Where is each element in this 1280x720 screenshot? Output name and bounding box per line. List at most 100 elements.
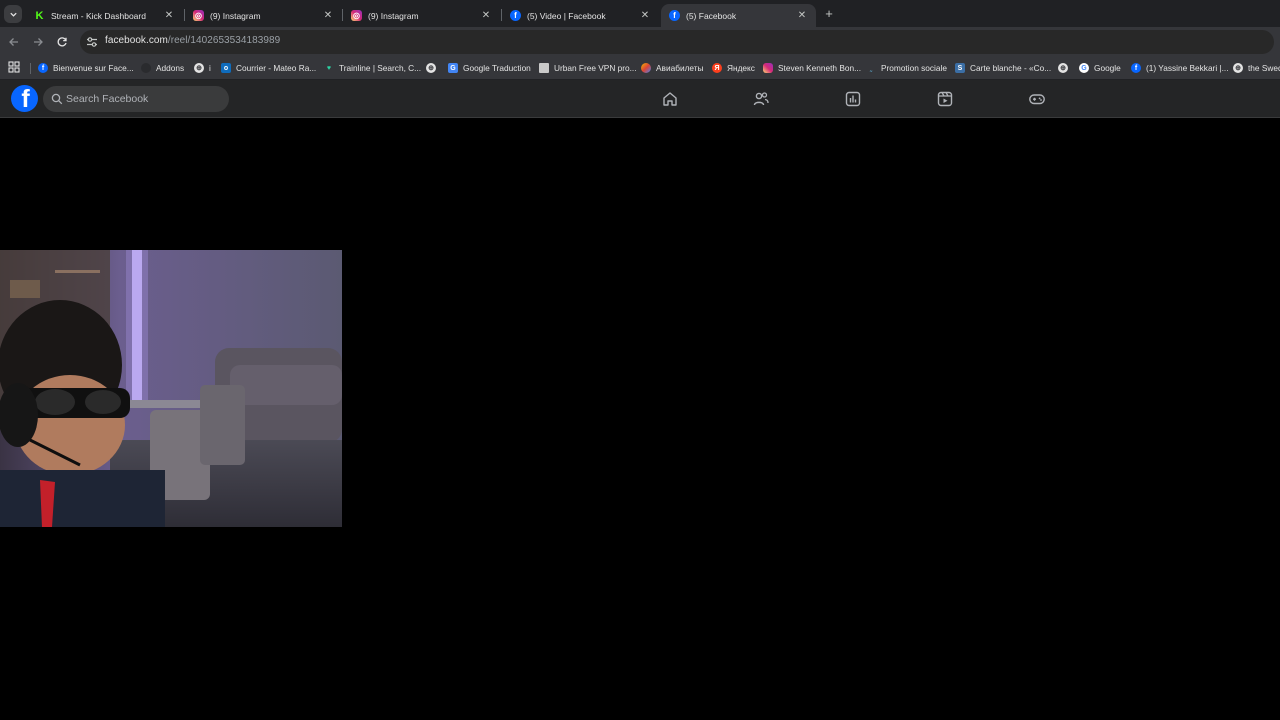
bookmark-label: Addons bbox=[156, 63, 185, 73]
bookmark-label: Urban Free VPN pro... bbox=[554, 63, 637, 73]
facebook-header: f bbox=[0, 80, 1280, 118]
plane-icon bbox=[641, 63, 651, 73]
bookmark-label: i bbox=[209, 63, 211, 73]
tab-title: Stream - Kick Dashboard bbox=[51, 10, 146, 21]
arrow-right-icon bbox=[34, 38, 43, 46]
url-path: /reel/1402653534183989 bbox=[167, 35, 281, 46]
close-icon[interactable]: ✕ bbox=[796, 10, 808, 22]
instagram-icon: ◎ bbox=[351, 10, 362, 21]
trainline-icon: ♥ bbox=[326, 64, 332, 72]
bookmark-urban-vpn[interactable]: Urban Free VPN pro... bbox=[539, 60, 637, 76]
search-input[interactable] bbox=[66, 89, 221, 109]
close-icon[interactable]: ✕ bbox=[480, 10, 492, 22]
promo-icon: ˷ bbox=[869, 64, 873, 72]
globe-icon: ⊕ bbox=[1233, 63, 1243, 73]
reload-button[interactable] bbox=[54, 34, 70, 50]
tab-instagram-1[interactable]: ◎ (9) Instagram ✕ bbox=[185, 4, 342, 27]
instagram-icon: ◎ bbox=[193, 10, 204, 21]
tab-title: (5) Video | Facebook bbox=[527, 10, 606, 21]
gaming-icon[interactable] bbox=[1028, 90, 1046, 108]
dashboard-icon[interactable] bbox=[844, 90, 862, 108]
bookmark-label: Carte blanche - «Co... bbox=[970, 63, 1052, 73]
bookmark-label: Promotion sociale bbox=[881, 63, 947, 73]
bookmark-addons[interactable]: Addons bbox=[141, 60, 184, 76]
tab-facebook-active[interactable]: f (5) Facebook ✕ bbox=[661, 4, 816, 27]
facebook-search[interactable] bbox=[43, 86, 229, 112]
bookmark-carte-blanche[interactable]: S Carte blanche - «Co... bbox=[955, 60, 1051, 76]
outlook-icon: o bbox=[221, 63, 231, 73]
facebook-icon: f bbox=[38, 63, 48, 73]
home-icon[interactable] bbox=[661, 90, 679, 108]
bookmark-promotion[interactable]: ˷ Promotion sociale bbox=[866, 60, 947, 76]
cube-icon bbox=[141, 63, 151, 73]
tab-kick-dashboard[interactable]: K Stream - Kick Dashboard ✕ bbox=[26, 4, 183, 27]
bookmark-steven[interactable]: Steven Kenneth Bon... bbox=[763, 60, 861, 76]
facebook-logo-icon[interactable]: f bbox=[11, 85, 38, 112]
bookmark-label: Bienvenue sur Face... bbox=[53, 63, 134, 73]
browser-toolbar: facebook.com/reel/1402653534183989 bbox=[0, 27, 1280, 57]
bookmark-label: Яндекс bbox=[727, 63, 755, 73]
bookmark-label: Google Traduction bbox=[463, 63, 531, 73]
reel-video-player[interactable] bbox=[0, 250, 342, 527]
bookmark-globe-2[interactable]: ⊕ bbox=[1058, 60, 1073, 76]
bookmark-aviabilety[interactable]: Авиабилеты bbox=[641, 60, 704, 76]
bookmark-label: Courrier - Mateo Ra... bbox=[236, 63, 317, 73]
url-host: facebook.com bbox=[105, 35, 168, 46]
bookmark-label: Trainline | Search, C... bbox=[339, 63, 422, 73]
bookmark-label: Google bbox=[1094, 63, 1121, 73]
close-icon[interactable]: ✕ bbox=[639, 10, 651, 22]
video-frame bbox=[0, 250, 342, 527]
arrow-left-icon bbox=[9, 38, 18, 46]
new-tab-button[interactable]: + bbox=[822, 7, 836, 21]
yandex-icon: Я bbox=[712, 63, 722, 73]
translate-icon: G bbox=[448, 63, 458, 73]
kick-icon: K bbox=[35, 9, 44, 22]
back-button[interactable] bbox=[6, 34, 22, 50]
apps-grid-icon[interactable] bbox=[8, 61, 20, 73]
tab-instagram-2[interactable]: ◎ (9) Instagram ✕ bbox=[343, 4, 500, 27]
bookmark-courrier[interactable]: o Courrier - Mateo Ra... bbox=[221, 60, 316, 76]
bookmark-yassine[interactable]: f (1) Yassine Bekkari |... bbox=[1131, 60, 1229, 76]
bookmark-bienvenue[interactable]: f Bienvenue sur Face... bbox=[38, 60, 134, 76]
vpn-icon bbox=[539, 63, 549, 73]
bookmark-label: (1) Yassine Bekkari |... bbox=[1146, 63, 1229, 73]
bookmark-globe[interactable]: ⊕ bbox=[426, 60, 441, 76]
close-icon[interactable]: ✕ bbox=[322, 10, 334, 22]
url-text[interactable]: facebook.com/reel/1402653534183989 bbox=[105, 35, 280, 46]
tab-title: (5) Facebook bbox=[686, 10, 737, 21]
chevron-down-icon bbox=[9, 12, 17, 17]
tab-title: (9) Instagram bbox=[368, 10, 419, 21]
bookmark-i[interactable]: ⊕ i bbox=[194, 60, 211, 76]
bookmark-label: the Swed bbox=[1248, 63, 1280, 73]
site-info-icon[interactable] bbox=[86, 36, 98, 48]
search-icon bbox=[51, 93, 63, 105]
forward-button[interactable] bbox=[30, 34, 46, 50]
facebook-icon: f bbox=[1131, 63, 1141, 73]
globe-icon: ⊕ bbox=[194, 63, 204, 73]
bookmark-google-traduction[interactable]: G Google Traduction bbox=[448, 60, 531, 76]
instagram-icon bbox=[763, 63, 773, 73]
bookmark-label: Авиабилеты bbox=[656, 63, 704, 73]
globe-icon: ⊕ bbox=[1058, 63, 1068, 73]
bookmark-the-swed[interactable]: ⊕ the Swed bbox=[1233, 60, 1280, 76]
tab-strip: K Stream - Kick Dashboard ✕ ◎ (9) Instag… bbox=[0, 0, 1280, 27]
address-bar[interactable]: facebook.com/reel/1402653534183989 bbox=[80, 30, 1274, 54]
facebook-icon: f bbox=[510, 10, 521, 21]
bookmark-google[interactable]: G Google bbox=[1079, 60, 1121, 76]
globe-icon: ⊕ bbox=[426, 63, 436, 73]
close-icon[interactable]: ✕ bbox=[163, 10, 175, 22]
bookmark-yandex[interactable]: Я Яндекс bbox=[712, 60, 755, 76]
facebook-icon: f bbox=[669, 10, 680, 21]
reload-icon bbox=[57, 37, 67, 47]
tab-title: (9) Instagram bbox=[210, 10, 261, 21]
google-icon: G bbox=[1079, 63, 1089, 73]
reels-icon[interactable] bbox=[936, 90, 954, 108]
tab-facebook-video[interactable]: f (5) Video | Facebook ✕ bbox=[502, 4, 659, 27]
bookmark-trainline[interactable]: ♥ Trainline | Search, C... bbox=[324, 60, 421, 76]
bookmarks-bar: f Bienvenue sur Face... Addons ⊕ i o Courri… bbox=[0, 57, 1280, 80]
friends-icon[interactable] bbox=[752, 90, 770, 108]
s-icon: S bbox=[955, 63, 965, 73]
bookmark-separator bbox=[30, 63, 31, 74]
bookmark-label: Steven Kenneth Bon... bbox=[778, 63, 862, 73]
tab-search-button[interactable] bbox=[4, 5, 22, 23]
